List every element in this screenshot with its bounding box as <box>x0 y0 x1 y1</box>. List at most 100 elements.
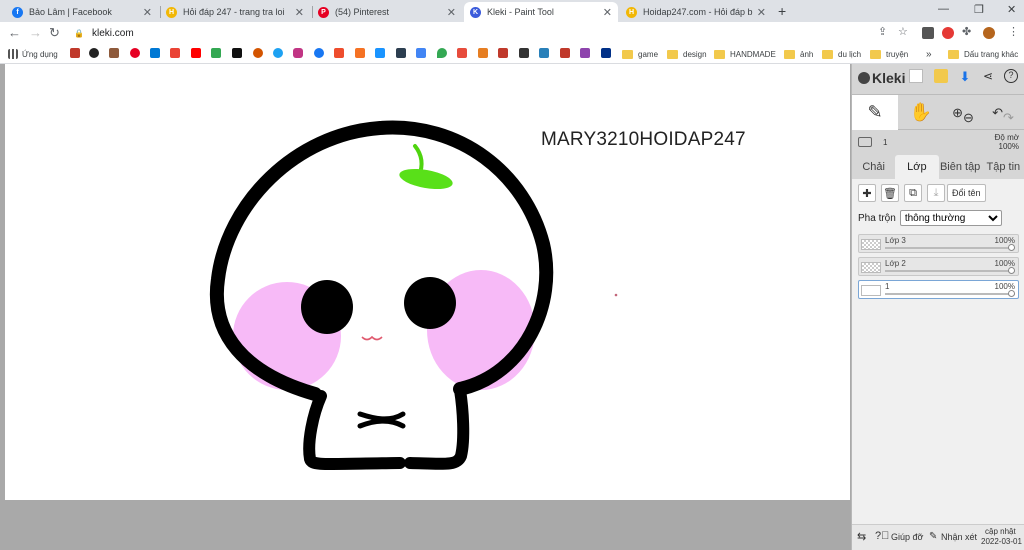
drawing-canvas[interactable]: MARY3210HOIDAP247 <box>5 64 850 500</box>
feedback-icon[interactable]: ✎ <box>929 531 937 542</box>
hand-tool-button[interactable]: ✋ <box>898 95 944 130</box>
tab-title: Kleki - Paint Tool <box>487 7 554 17</box>
extension-icon[interactable] <box>922 27 934 39</box>
apps-label: Ứng dụng <box>22 49 58 59</box>
layer-item[interactable]: Lớp 3 100% <box>858 234 1019 253</box>
facebook-bookmark-icon[interactable] <box>314 48 324 58</box>
bookmark-icon[interactable] <box>457 48 467 58</box>
shopee-bookmark-icon[interactable] <box>334 48 344 58</box>
tab-hoidap-trangtraloi[interactable]: H Hỏi đáp 247 - trang tra loi ✕ <box>160 2 310 22</box>
zoom-in-icon[interactable]: ⊕ <box>952 105 963 121</box>
help-circle-icon[interactable]: ?⃝ <box>875 530 889 542</box>
play-bookmark-icon[interactable] <box>211 48 221 58</box>
bookmark-icon[interactable] <box>498 48 508 58</box>
share-icon[interactable]: ⋖ <box>981 69 995 83</box>
bookmark-folder-truyen[interactable]: truyện <box>870 48 908 60</box>
bookmarks-more-button[interactable]: » <box>926 48 932 60</box>
bookmark-icon[interactable] <box>355 48 365 58</box>
new-tab-button[interactable]: + <box>778 3 786 19</box>
other-bookmarks[interactable]: Dấu trang khác <box>948 48 1018 60</box>
bookmark-icon[interactable] <box>539 48 549 58</box>
tab-brush[interactable]: Chải <box>852 155 895 179</box>
outlook-bookmark-icon[interactable] <box>150 48 160 58</box>
tab-hoidap247[interactable]: H Hoidap247.com - Hỏi đáp bài tập ✕ <box>620 2 772 22</box>
playstation-bookmark-icon[interactable] <box>601 48 611 58</box>
redo-icon[interactable]: ↷ <box>1003 110 1014 126</box>
brush-tool-button[interactable]: ✎ <box>852 95 898 130</box>
close-icon[interactable]: ✕ <box>295 6 304 19</box>
save-icon[interactable] <box>934 69 948 83</box>
tiki-bookmark-icon[interactable] <box>375 48 385 58</box>
forward-icon[interactable]: → <box>29 25 42 40</box>
bookmark-folder-handmade[interactable]: HANDMADE <box>714 48 776 60</box>
close-icon[interactable]: ✕ <box>447 6 456 19</box>
add-layer-button[interactable]: ✚ <box>858 184 876 202</box>
youtube-bookmark-icon[interactable] <box>191 48 201 58</box>
delete-layer-button[interactable]: 🗑 <box>881 184 899 202</box>
zoom-out-icon[interactable]: ⊖ <box>963 110 974 126</box>
avatar[interactable] <box>983 27 995 39</box>
translate-bookmark-icon[interactable] <box>416 48 426 58</box>
layer-opacity-slider[interactable] <box>885 290 1015 297</box>
download-icon[interactable]: ⬇ <box>958 69 972 84</box>
duplicate-layer-button[interactable]: ⧉ <box>904 184 922 202</box>
tab-file[interactable]: Tập tin <box>982 155 1024 179</box>
bookmark-icon[interactable] <box>560 48 570 58</box>
menu-icon[interactable]: ⋮ <box>1008 25 1019 38</box>
bookmark-folder-dulich[interactable]: du lịch <box>822 48 861 60</box>
tab-layers[interactable]: Lớp <box>895 155 939 179</box>
share-icon[interactable]: ⇪ <box>878 25 887 38</box>
help-link[interactable]: Giúp đỡ <box>891 532 923 542</box>
bookmark-folder-design[interactable]: design <box>667 48 707 60</box>
slider-handle[interactable] <box>1008 267 1015 274</box>
back-icon[interactable]: ← <box>8 25 21 40</box>
pinterest-bookmark-icon[interactable] <box>130 48 140 58</box>
new-file-icon[interactable] <box>909 69 923 83</box>
twitter-bookmark-icon[interactable] <box>273 48 283 58</box>
adblock-icon[interactable] <box>942 27 954 39</box>
window-close-button[interactable]: ✕ <box>1007 3 1016 16</box>
layer-item-active[interactable]: 1 100% <box>858 280 1019 299</box>
reload-icon[interactable]: ↻ <box>49 25 60 41</box>
close-icon[interactable]: ✕ <box>143 6 152 19</box>
maximize-button[interactable]: ❐ <box>974 3 984 16</box>
minimize-button[interactable]: — <box>938 3 949 15</box>
gmail-bookmark-icon[interactable] <box>170 48 180 58</box>
bookmark-icon[interactable] <box>253 48 263 58</box>
help-icon[interactable]: ? <box>1004 69 1018 83</box>
tiktok-bookmark-icon[interactable] <box>232 48 242 58</box>
feedback-link[interactable]: Nhận xét <box>941 532 977 542</box>
puzzle-icon[interactable]: ✤ <box>962 25 971 38</box>
swap-icon[interactable]: ⇆ <box>857 530 866 543</box>
merge-layer-button[interactable]: ⤓ <box>927 184 945 202</box>
layer-opacity-slider[interactable] <box>885 267 1015 274</box>
layer-opacity-slider[interactable] <box>885 244 1015 251</box>
rename-layer-button[interactable]: Đổi tên <box>947 184 986 202</box>
apps-shortcut[interactable]: Ứng dụng <box>8 48 58 60</box>
blend-mode-select[interactable]: thông thường <box>899 210 1002 226</box>
bookmark-icon[interactable] <box>70 48 80 58</box>
bookmark-icon[interactable] <box>519 48 529 58</box>
address-bar[interactable]: 🔒 kleki.com <box>70 25 850 42</box>
layer-item[interactable]: Lớp 2 100% <box>858 257 1019 276</box>
tab-edit[interactable]: Biên tập <box>939 155 982 179</box>
undo-icon[interactable]: ↶ <box>992 105 1003 121</box>
bookmark-icon[interactable] <box>396 48 406 58</box>
close-icon[interactable]: ✕ <box>757 6 766 19</box>
tab-pinterest[interactable]: P (54) Pinterest ✕ <box>312 2 462 22</box>
slider-handle[interactable] <box>1008 290 1015 297</box>
bookmark-icon[interactable] <box>89 48 99 58</box>
tab-kleki[interactable]: K Kleki - Paint Tool ✕ <box>464 2 618 22</box>
bookmark-icon[interactable] <box>109 48 119 58</box>
maps-bookmark-icon[interactable] <box>437 48 447 58</box>
bookmark-icon[interactable] <box>580 48 590 58</box>
undo-redo-buttons[interactable]: ↶ ↷ <box>980 95 1024 130</box>
bookmark-icon[interactable] <box>478 48 488 58</box>
slider-handle[interactable] <box>1008 244 1015 251</box>
bookmark-folder-game[interactable]: game <box>622 48 658 60</box>
bookmark-folder-anh[interactable]: ảnh <box>784 48 813 60</box>
tab-facebook[interactable]: f Bảo Lâm | Facebook ✕ <box>6 2 158 22</box>
close-icon[interactable]: ✕ <box>603 6 612 19</box>
instagram-bookmark-icon[interactable] <box>293 48 303 58</box>
star-icon[interactable]: ☆ <box>898 25 908 38</box>
